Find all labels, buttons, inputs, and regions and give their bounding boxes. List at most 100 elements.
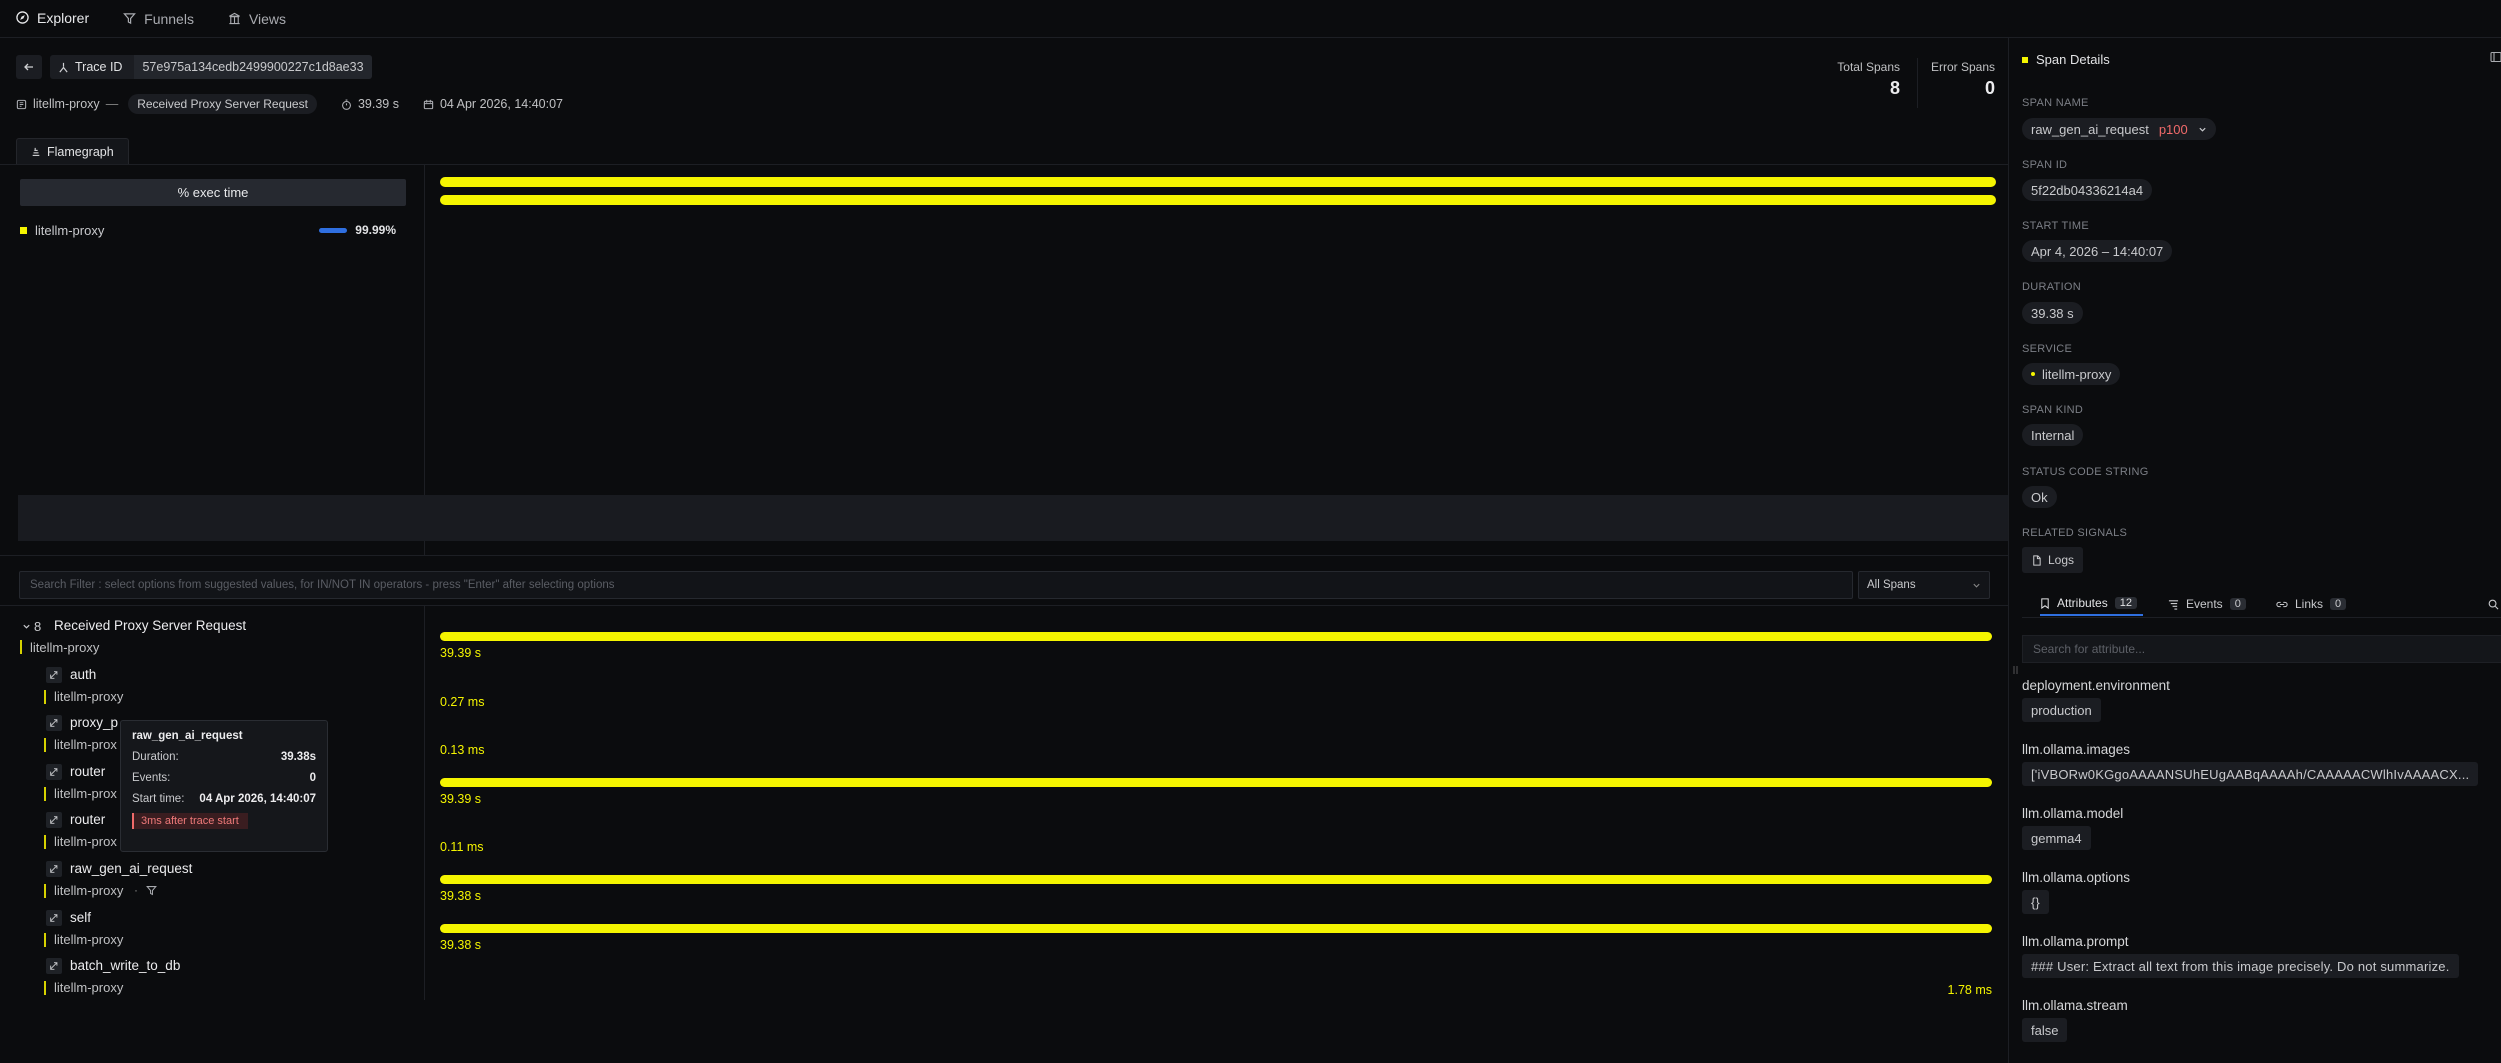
start-time-label: START TIME bbox=[2022, 220, 2089, 232]
status-label: STATUS CODE STRING bbox=[2022, 466, 2149, 478]
span-name: raw_gen_ai_request bbox=[70, 861, 193, 876]
span-kind-value: Internal bbox=[2022, 424, 2084, 446]
attribute-value[interactable]: gemma4 bbox=[2022, 826, 2091, 850]
span-duration-label: 1.78 ms bbox=[1947, 983, 1992, 998]
span-id-label: SPAN ID bbox=[2022, 159, 2068, 171]
exec-time-header[interactable]: % exec time bbox=[20, 179, 406, 206]
tab-links[interactable]: Links 0 bbox=[2276, 592, 2347, 616]
flame-bar-child[interactable] bbox=[440, 195, 1996, 205]
span-name: Received Proxy Server Request bbox=[54, 618, 247, 633]
search-icon[interactable] bbox=[2488, 599, 2499, 610]
tooltip-events-label: Events: bbox=[132, 772, 171, 784]
span-filter-input[interactable]: Search Filter : select options from sugg… bbox=[19, 571, 1853, 599]
start-time-value: Apr 4, 2026 – 14:40:07 bbox=[2022, 240, 2173, 262]
span-name: router bbox=[70, 812, 106, 828]
span-tree-row[interactable]: auth litellm-proxy bbox=[18, 666, 424, 707]
links-count: 0 bbox=[2330, 598, 2347, 610]
events-count: 0 bbox=[2229, 598, 2246, 610]
logs-icon bbox=[2031, 554, 2042, 566]
back-button[interactable] bbox=[16, 55, 42, 79]
span-kind-icon bbox=[46, 715, 62, 732]
service-dot bbox=[2031, 372, 2035, 376]
total-spans-value: 8 bbox=[1889, 78, 1900, 98]
views-icon bbox=[228, 12, 241, 25]
trace-timestamp: 04 Apr 2026, 14:40:07 bbox=[439, 97, 563, 111]
attribute-value[interactable]: ['iVBORw0KGgoAAAANSUhEUgAABqAAAAh/CAAAAA… bbox=[2022, 762, 2479, 786]
span-details-panel: Span Details SPAN NAME raw_gen_ai_reques… bbox=[2022, 38, 2501, 1063]
chevron-down-icon[interactable] bbox=[22, 622, 31, 631]
span-name: router bbox=[70, 763, 106, 779]
funnel-icon[interactable] bbox=[146, 885, 157, 896]
span-duration-label: 39.39 s bbox=[440, 791, 482, 806]
error-spans-label: Error Spans bbox=[1930, 60, 1995, 74]
status-value: Ok bbox=[2022, 486, 2057, 508]
root-span-pill: Received Proxy Server Request bbox=[128, 94, 317, 114]
totals-divider bbox=[1917, 58, 1918, 108]
trace-id-value[interactable]: 57e975a134cedb2499900227c1d8ae33 bbox=[134, 55, 372, 79]
span-timeline-bar[interactable] bbox=[440, 875, 1992, 884]
attribute-key: llm.ollama.model bbox=[2022, 806, 2124, 821]
span-tree-row[interactable]: 8 Received Proxy Server Request litellm-pr… bbox=[18, 618, 424, 658]
attribute-value[interactable]: ### User: Extract all text from this ima… bbox=[2022, 954, 2459, 978]
service-color-swatch bbox=[20, 226, 27, 234]
span-type-select-value: All Spans bbox=[1867, 579, 1916, 591]
span-type-select[interactable]: All Spans bbox=[1858, 571, 1990, 599]
span-service: litellm-prox bbox=[54, 785, 117, 801]
attribute-key: llm.ollama.options bbox=[2022, 870, 2131, 885]
attribute-key: llm.ollama.prompt bbox=[2022, 934, 2129, 949]
details-header-title: Span Details bbox=[2036, 52, 2110, 67]
details-header: Span Details bbox=[2022, 52, 2110, 67]
span-service: litellm-proxy bbox=[54, 883, 124, 898]
span-timeline-bar[interactable] bbox=[440, 923, 1992, 933]
span-timeline-bar[interactable] bbox=[440, 632, 1992, 641]
selected-span-highlight bbox=[18, 495, 2008, 541]
details-panel-border bbox=[2008, 38, 2009, 1063]
span-tree-row[interactable]: self litellm-proxy bbox=[18, 909, 424, 950]
span-kind-icon bbox=[46, 812, 62, 829]
span-kind-label: SPAN KIND bbox=[2022, 404, 2084, 416]
resize-handle[interactable] bbox=[2012, 662, 2020, 678]
span-duration-label: 0.13 ms bbox=[440, 743, 485, 758]
attribute-value[interactable]: production bbox=[2022, 698, 2101, 722]
tab-events[interactable]: Events 0 bbox=[2168, 592, 2246, 616]
span-duration-label: 39.38 s bbox=[440, 937, 482, 952]
tab-events-label: Events bbox=[2186, 597, 2223, 611]
calendar-icon bbox=[423, 99, 434, 110]
span-name-pill[interactable]: raw_gen_ai_request p100 bbox=[2022, 118, 2216, 140]
tab-attributes[interactable]: Attributes 12 bbox=[2040, 592, 2143, 616]
attribute-search-input[interactable]: Search for attribute... bbox=[2022, 635, 2501, 663]
tab-views[interactable]: Views bbox=[228, 0, 286, 38]
chevron-down-icon bbox=[2198, 125, 2207, 134]
total-spans-label: Total Spans bbox=[1837, 60, 1900, 74]
trace-id-label: Trace ID bbox=[75, 60, 123, 74]
related-signals-label: RELATED SIGNALS bbox=[2022, 527, 2128, 539]
details-color-swatch bbox=[2022, 56, 2028, 63]
tab-attributes-label: Attributes bbox=[2057, 596, 2108, 610]
attribute-value[interactable]: false bbox=[2022, 1018, 2068, 1042]
attribute-value[interactable]: {} bbox=[2022, 890, 2049, 914]
span-tree-row[interactable]: raw_gen_ai_request litellm-proxy · bbox=[18, 861, 424, 901]
span-timeline-bar[interactable] bbox=[440, 777, 1992, 787]
span-id-value[interactable]: 5f22db04336214a4 bbox=[2022, 179, 2153, 201]
span-tree-row[interactable]: batch_write_to_db litellm-proxy bbox=[18, 958, 424, 998]
tab-funnels[interactable]: Funnels bbox=[123, 0, 194, 38]
service-color-line bbox=[44, 786, 46, 801]
panel-collapse-icon[interactable] bbox=[2490, 51, 2501, 63]
flame-bar-root[interactable] bbox=[440, 177, 1996, 187]
duration-label: DURATION bbox=[2022, 281, 2082, 293]
compass-icon bbox=[16, 11, 29, 24]
service-color-line bbox=[20, 640, 22, 654]
service-color-line bbox=[44, 932, 46, 947]
trace-meta: litellm-proxy — Received Proxy Server Re… bbox=[16, 94, 563, 114]
tab-explorer[interactable]: Explorer bbox=[16, 0, 89, 38]
tab-flamegraph[interactable]: Flamegraph bbox=[16, 138, 129, 164]
attribute-list: deployment.environment production llm.olla… bbox=[2022, 678, 2501, 1063]
service-label: SERVICE bbox=[2022, 343, 2073, 355]
logs-button[interactable]: Logs bbox=[2022, 547, 2084, 573]
tooltip-duration-value: 39.38s bbox=[280, 751, 316, 763]
duration-value: 39.38 s bbox=[2022, 302, 2083, 324]
separator-dash: — bbox=[105, 97, 119, 111]
error-spans-box: Error Spans 0 bbox=[1925, 60, 1995, 99]
service-color-line bbox=[44, 981, 46, 996]
logs-button-label: Logs bbox=[2048, 553, 2075, 567]
